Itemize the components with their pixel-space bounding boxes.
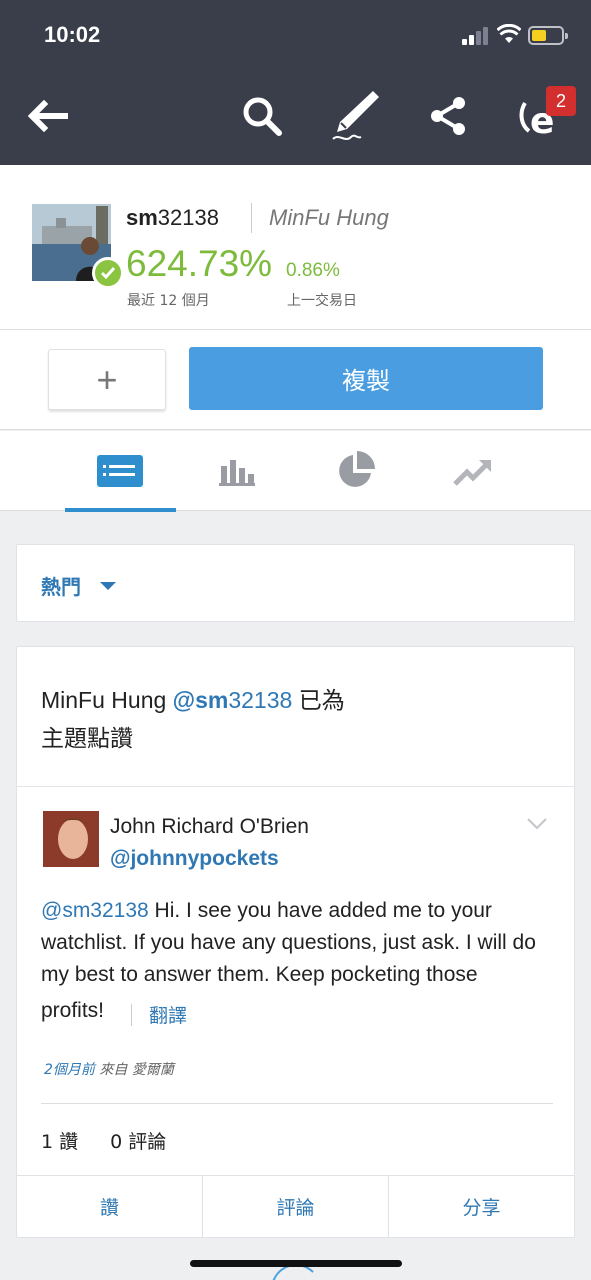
gain-label: 最近 12 個月 (127, 293, 210, 309)
daily-change-label: 上一交易日 (287, 293, 357, 309)
tab-performance[interactable] (418, 431, 528, 511)
tab-stats[interactable] (182, 431, 292, 511)
gain-value: 624.73% (126, 243, 273, 284)
verified-badge-icon (92, 257, 124, 289)
back-arrow-icon (27, 100, 68, 132)
search-icon (243, 97, 282, 136)
status-time: 10:02 (44, 22, 101, 47)
post-body: @sm32138 Hi. I see you have added me to … (41, 899, 536, 986)
author-photo (43, 811, 99, 867)
bar-chart-icon (219, 460, 255, 486)
full-name: MinFu Hung (269, 205, 389, 230)
share-post-button[interactable]: 分享 (389, 1176, 574, 1237)
comment-button[interactable]: 評論 (203, 1176, 389, 1237)
pie-chart-icon (339, 451, 375, 487)
translate-divider (131, 1004, 132, 1026)
compose-button[interactable] (325, 86, 385, 146)
translate-link[interactable]: 翻譯 (149, 1001, 187, 1028)
pencil-icon (332, 91, 379, 140)
share-icon (431, 97, 465, 135)
feed-filter-dropdown[interactable]: 熱門 (16, 544, 575, 622)
post-body-end: profits! (41, 999, 105, 1022)
username: sm32138 (126, 205, 219, 230)
activity-mention[interactable]: @sm32138 (173, 687, 293, 713)
add-to-watchlist-button[interactable]: + (48, 349, 166, 410)
filter-label: 熱門 (41, 575, 81, 599)
author-name[interactable]: John Richard O'Brien (110, 815, 309, 839)
active-tab-indicator (65, 508, 176, 512)
like-count[interactable]: 1 讚 (41, 1131, 78, 1153)
meta-divider (41, 1103, 553, 1104)
top-nav-bar: e (0, 68, 591, 165)
post-options-chevron-icon[interactable] (526, 817, 548, 831)
body-mention[interactable]: @sm32138 (41, 899, 149, 922)
chevron-down-icon (100, 582, 116, 590)
feed-icon (97, 455, 143, 487)
wifi-icon (497, 24, 521, 43)
post-counts: 1 讚 0 評論 (41, 1127, 198, 1154)
daily-change-value: 0.86% (286, 260, 340, 281)
card-divider (17, 786, 574, 787)
back-button[interactable] (17, 86, 77, 146)
author-avatar[interactable] (43, 811, 99, 867)
battery-icon (528, 26, 568, 45)
author-handle[interactable]: @johnnypockets (110, 847, 279, 871)
search-button[interactable] (232, 86, 292, 146)
copy-button[interactable]: 複製 (189, 347, 543, 410)
notification-badge: 2 (546, 86, 576, 116)
tab-portfolio[interactable] (300, 431, 410, 511)
tab-feed[interactable] (65, 431, 175, 511)
cellular-signal-icon (462, 27, 490, 45)
trend-up-icon (453, 460, 491, 486)
home-indicator[interactable] (190, 1260, 402, 1267)
comment-count[interactable]: 0 評論 (110, 1131, 166, 1153)
post-meta: 2個月前 來自 愛爾蘭 (44, 1062, 174, 1078)
post-action-bar: 讚 評論 分享 (17, 1175, 574, 1237)
action-bar: + 複製 (0, 330, 591, 430)
share-button[interactable] (418, 86, 478, 146)
profile-tabs (0, 431, 591, 512)
post-time[interactable]: 2個月前 (44, 1062, 95, 1078)
feed-post-card: MinFu Hung @sm32138 已為 主題點讚 John Richard… (16, 646, 575, 1238)
name-divider (251, 203, 252, 233)
status-bar: 10:02 (0, 0, 591, 68)
profile-header: sm32138 MinFu Hung 624.73% 最近 12 個月 0.86… (0, 165, 591, 330)
activity-text: MinFu Hung @sm32138 已為 主題點讚 (41, 687, 345, 751)
like-button[interactable]: 讚 (17, 1176, 203, 1237)
